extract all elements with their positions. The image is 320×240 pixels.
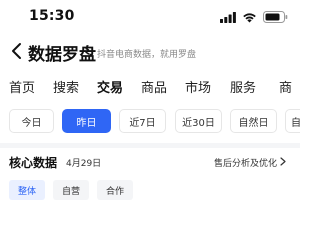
- tab-more-partial[interactable]: 商: [279, 77, 292, 96]
- chevron-left-icon[interactable]: [9, 41, 25, 61]
- tab-home[interactable]: 首页: [9, 77, 35, 96]
- tab-product[interactable]: 商品: [141, 77, 167, 96]
- after-sales-analysis-label: 售后分析及优化: [213, 159, 277, 169]
- tab-search[interactable]: 搜索: [53, 77, 79, 96]
- date-filter-row: 今日 昨日 近7日 近30日 自然日 自: [0, 109, 301, 135]
- tab-service[interactable]: 服务: [230, 77, 256, 96]
- main-tabs: 首页 搜索 交易 商品 市场 服务 商: [0, 72, 300, 100]
- date-chip-yesterday[interactable]: 昨日: [62, 109, 111, 133]
- date-chip-7days[interactable]: 近7日: [119, 109, 166, 133]
- tab-trade[interactable]: 交易: [97, 77, 123, 96]
- status-icons: [220, 11, 288, 23]
- chevron-right-icon: [280, 156, 286, 169]
- date-chip-partial[interactable]: 自: [285, 109, 301, 133]
- wifi-icon: [242, 12, 257, 23]
- status-bar: 15:30: [0, 0, 300, 36]
- date-chip-natural-day[interactable]: 自然日: [230, 109, 277, 133]
- core-data-header: 核心数据 4月29日 售后分析及优化: [0, 150, 300, 174]
- scope-filter-row: 整体 自营 合作: [0, 180, 300, 200]
- tab-market[interactable]: 市场: [185, 77, 211, 96]
- date-chip-30days[interactable]: 近30日: [175, 109, 222, 133]
- page-subtitle: 抖音电商数据，就用罗盘: [97, 50, 197, 60]
- date-chip-today[interactable]: 今日: [9, 109, 54, 133]
- page-title: 数据罗盘: [28, 45, 96, 65]
- battery-icon: [263, 11, 288, 23]
- status-time: 15:30: [29, 8, 75, 24]
- after-sales-analysis-link[interactable]: 售后分析及优化: [214, 156, 286, 169]
- section-date: 4月29日: [66, 159, 102, 169]
- scope-chip-cooperation[interactable]: 合作: [97, 180, 133, 200]
- nav-header: 数据罗盘 抖音电商数据，就用罗盘: [0, 36, 300, 66]
- scope-chip-overall[interactable]: 整体: [9, 180, 45, 200]
- section-title: 核心数据: [9, 156, 58, 170]
- scope-chip-self-operated[interactable]: 自营: [53, 180, 89, 200]
- signal-icon: [220, 11, 236, 23]
- section-divider: [0, 143, 300, 148]
